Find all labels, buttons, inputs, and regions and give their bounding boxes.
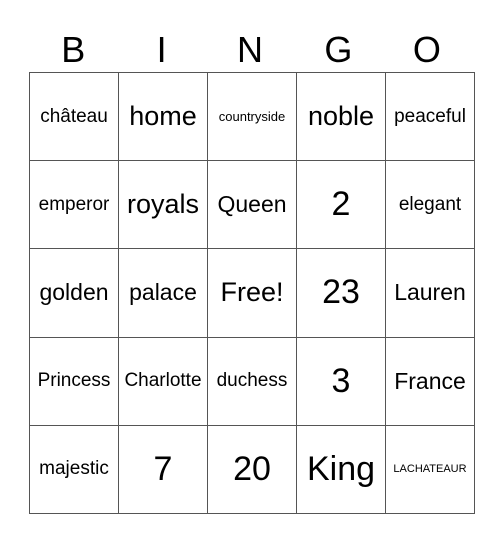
bingo-cell[interactable]: golden — [29, 248, 119, 338]
bingo-cell[interactable]: Queen — [207, 160, 297, 250]
bingo-cell[interactable]: château — [29, 71, 119, 162]
bingo-cell[interactable]: home — [118, 71, 208, 162]
bingo-cell[interactable]: 3 — [296, 336, 386, 426]
bingo-cell[interactable]: King — [296, 424, 386, 515]
header-letter-o: O — [412, 29, 441, 70]
bingo-cell[interactable]: LACHATEAUR — [385, 424, 475, 515]
bingo-row: majestic 7 20 King LACHATEAUR — [29, 424, 475, 515]
bingo-cell[interactable]: noble — [296, 71, 386, 162]
bingo-cell[interactable]: palace — [118, 248, 208, 338]
bingo-row: Princess Charlotte duchess 3 France — [29, 336, 475, 426]
bingo-card-grid: château home countryside noble peaceful emper… — [29, 71, 475, 515]
bingo-row: château home countryside noble peaceful — [29, 71, 475, 162]
bingo-cell[interactable]: Charlotte — [118, 336, 208, 426]
bingo-cell[interactable]: 20 — [207, 424, 297, 515]
bingo-cell[interactable]: duchess — [207, 336, 297, 426]
bingo-cell[interactable]: France — [385, 336, 475, 426]
bingo-cell[interactable]: royals — [118, 160, 208, 250]
header-letter-b: B — [61, 29, 86, 70]
header-letter-i: I — [156, 29, 167, 70]
bingo-row: golden palace Free! 23 Lauren — [29, 248, 475, 338]
bingo-row: emperor royals Queen 2 elegant — [29, 160, 475, 250]
bingo-cell[interactable]: Princess — [29, 336, 119, 426]
bingo-cell[interactable]: countryside — [207, 71, 297, 162]
header-letter-g: G — [324, 29, 353, 70]
bingo-cell[interactable]: Free! — [207, 248, 297, 338]
bingo-header: B I N G O — [29, 28, 471, 72]
bingo-cell[interactable]: 2 — [296, 160, 386, 250]
bingo-cell[interactable]: emperor — [29, 160, 119, 250]
bingo-cell[interactable]: Lauren — [385, 248, 475, 338]
header-letter-n: N — [237, 29, 264, 70]
bingo-cell[interactable]: elegant — [385, 160, 475, 250]
bingo-cell[interactable]: peaceful — [385, 71, 475, 162]
bingo-cell[interactable]: 23 — [296, 248, 386, 338]
bingo-cell[interactable]: 7 — [118, 424, 208, 515]
bingo-cell[interactable]: majestic — [29, 424, 119, 515]
